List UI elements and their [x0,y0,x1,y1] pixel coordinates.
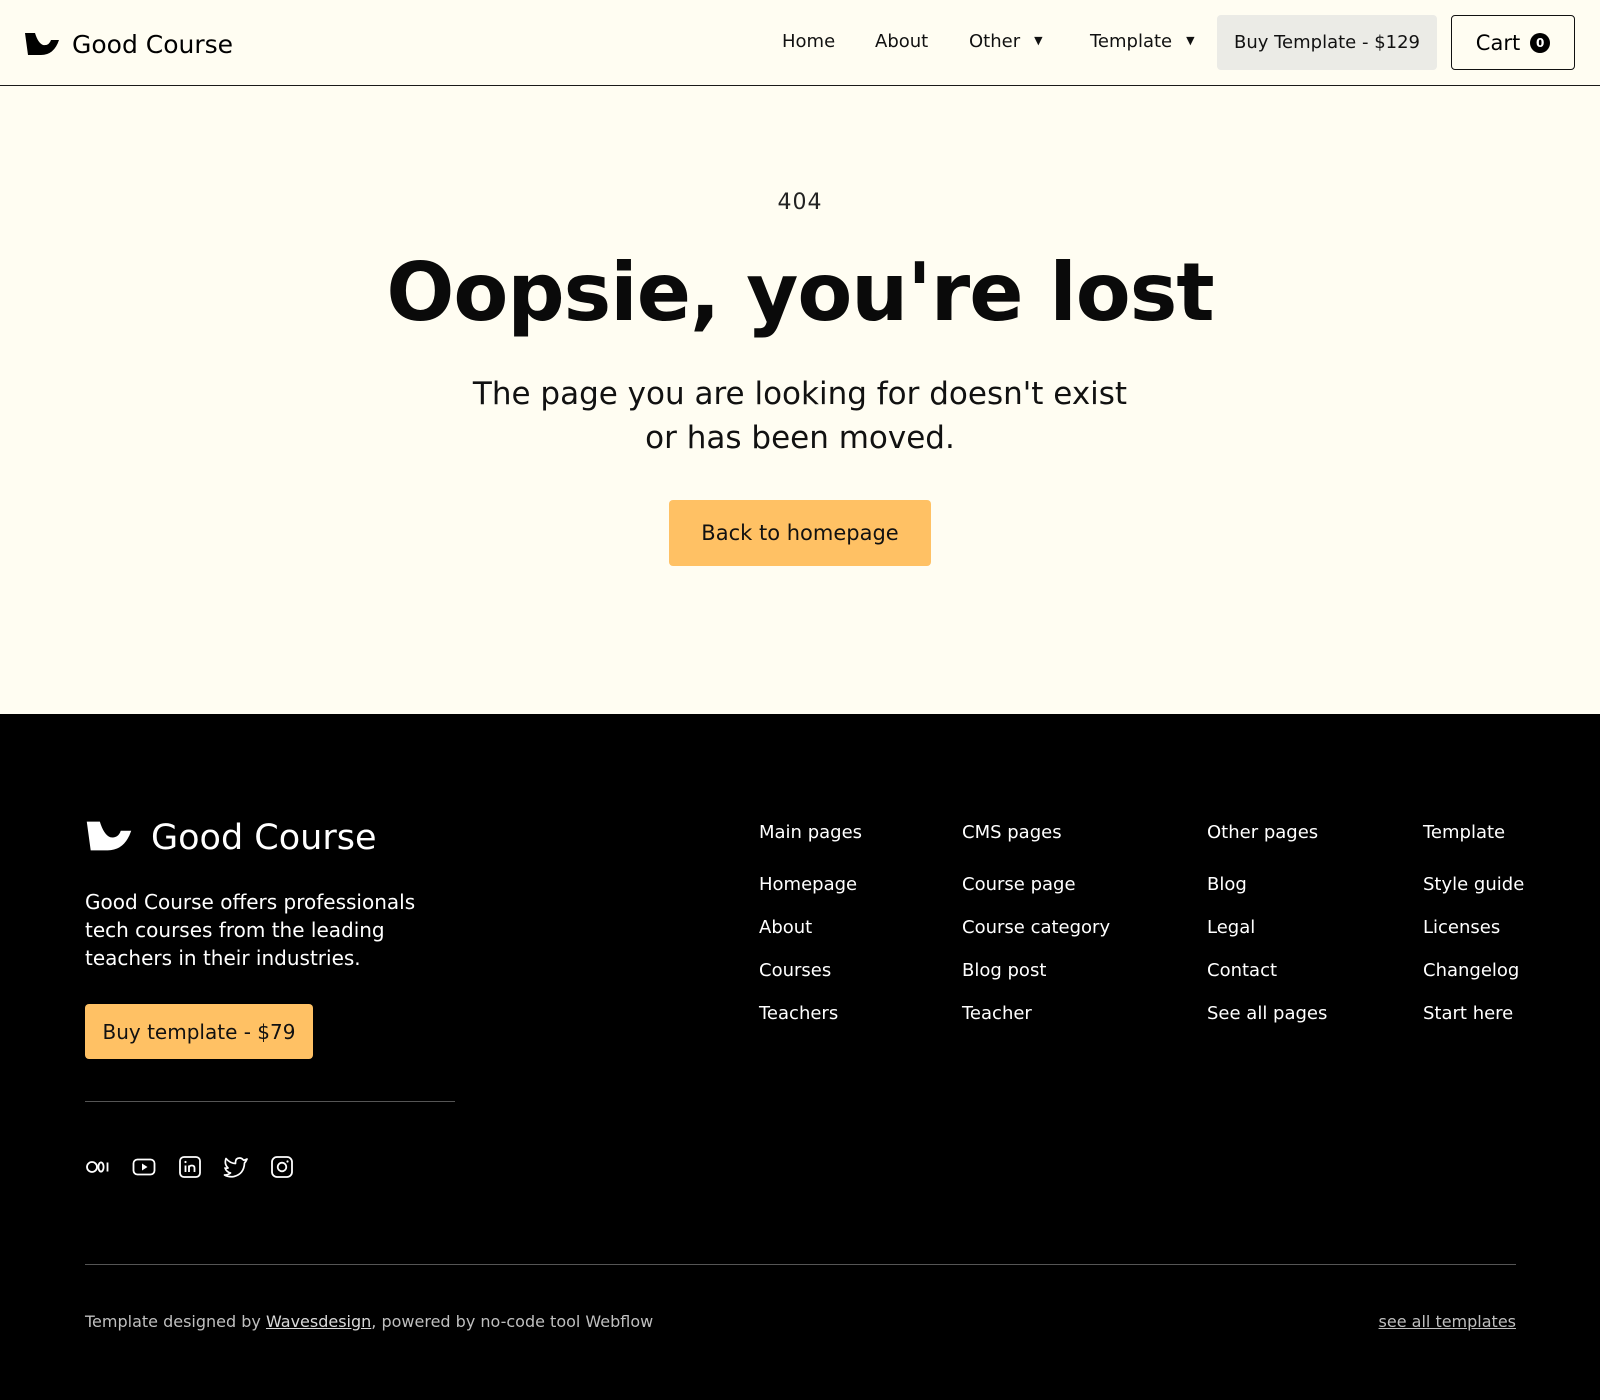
cart-button[interactable]: Cart 0 [1451,15,1575,70]
error-code: 404 [777,190,823,215]
footer-divider [85,1101,455,1102]
footer-link-blog[interactable]: Blog [1207,874,1327,896]
error-message: The page you are looking for doesn't exi… [472,376,1128,456]
back-to-homepage-button[interactable]: Back to homepage [669,500,931,566]
footer-link-teacher[interactable]: Teacher [962,1003,1110,1025]
social-links [85,1154,295,1180]
nav-home[interactable]: Home [782,31,835,52]
page-title: Oopsie, you're lost [386,246,1214,339]
footer-link-start-here[interactable]: Start here [1423,1003,1524,1025]
footer-credit: Template designed by Wavesdesign, powere… [85,1312,653,1331]
footer-link-blog-post[interactable]: Blog post [962,960,1110,982]
footer-description: Good Course offers professionals tech co… [85,890,416,970]
footer-col-main-pages: Main pages Homepage About Courses Teache… [759,822,862,1046]
wavesdesign-link[interactable]: Wavesdesign [266,1312,371,1331]
footer-bottom-divider [85,1264,1516,1265]
logo-icon [24,31,60,57]
footer-col-title: Template [1423,822,1506,843]
footer-link-homepage[interactable]: Homepage [759,874,862,896]
brand-link[interactable]: Good Course [24,27,233,61]
nav-template-label: Template [1090,31,1173,52]
nav-home-label: Home [782,31,836,52]
logo-icon [85,819,133,857]
cart-count-badge: 0 [1530,32,1551,53]
youtube-icon[interactable] [131,1154,157,1180]
chevron-down-icon: ▼ [1186,34,1195,47]
buy-template-button[interactable]: Buy Template - $129 [1217,15,1437,70]
footer: Good Course Good Course offers professio… [0,714,1600,1400]
footer-brand-name: Good Course [151,818,377,858]
linkedin-icon[interactable] [177,1154,203,1180]
see-all-templates-link[interactable]: see all templates [1379,1312,1516,1331]
nav-template-dropdown[interactable]: Template ▼ [1090,31,1195,52]
nav-about[interactable]: About [875,31,928,52]
chevron-down-icon: ▼ [1034,34,1043,47]
footer-col-template: Template Style guide Licenses Changelog … [1423,822,1524,1046]
footer-brand-link[interactable]: Good Course [85,818,376,858]
footer-link-courses[interactable]: Courses [759,960,862,982]
footer-link-licenses[interactable]: Licenses [1423,917,1524,939]
nav-about-label: About [875,31,929,52]
instagram-icon[interactable] [269,1154,295,1180]
footer-link-course-category[interactable]: Course category [962,917,1110,939]
footer-link-legal[interactable]: Legal [1207,917,1327,939]
footer-link-see-all-pages[interactable]: See all pages [1207,1003,1327,1025]
footer-link-course-page[interactable]: Course page [962,874,1110,896]
twitter-icon[interactable] [223,1154,249,1180]
footer-buy-template-button[interactable]: Buy template - $79 [85,1004,313,1059]
brand-name: Good Course [72,29,234,59]
footer-col-title: CMS pages [962,822,1062,843]
footer-col-cms-pages: CMS pages Course page Course category Bl… [962,822,1110,1046]
footer-link-style-guide[interactable]: Style guide [1423,874,1524,896]
medium-icon[interactable] [85,1154,111,1180]
footer-col-other-pages: Other pages Blog Legal Contact See all p… [1207,822,1327,1046]
footer-link-teachers[interactable]: Teachers [759,1003,862,1025]
footer-link-contact[interactable]: Contact [1207,960,1327,982]
top-nav: Good Course Home About Other ▼ Template … [0,0,1600,86]
nav-other-dropdown[interactable]: Other ▼ [969,31,1043,52]
footer-col-title: Main pages [759,822,863,843]
credit-suffix: , powered by no-code tool Webflow [371,1312,654,1331]
footer-link-about[interactable]: About [759,917,862,939]
credit-prefix: Template designed by [85,1312,266,1331]
footer-col-title: Other pages [1207,822,1319,843]
nav-other-label: Other [969,31,1021,52]
cart-label: Cart [1475,30,1521,55]
footer-link-changelog[interactable]: Changelog [1423,960,1524,982]
